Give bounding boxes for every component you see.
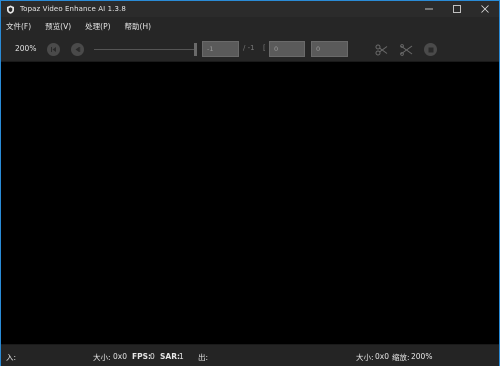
cut-range-icon (399, 43, 412, 56)
video-preview-area[interactable] (1, 63, 499, 344)
range-end-input[interactable]: 0 (311, 41, 348, 57)
output-size-value: 0x0 (375, 352, 389, 361)
sar-label: SAR: (160, 352, 180, 361)
app-logo-icon (6, 5, 15, 14)
minimize-button[interactable] (415, 1, 443, 17)
app-window: Topaz Video Enhance AI 1.3.8 文件(F) 预览(V)… (0, 0, 500, 366)
minimize-icon (425, 8, 433, 10)
step-back-button[interactable] (71, 43, 84, 56)
fps-label: FPS: (132, 352, 152, 361)
maximize-button[interactable] (443, 1, 471, 17)
menu-help[interactable]: 帮助(H) (125, 21, 152, 32)
range-bracket: [ (263, 44, 266, 52)
status-bar: 入: 大小: 0x0 FPS: 0 SAR: 1 出: 大小: 0x0 缩放: … (1, 344, 499, 366)
current-frame-input[interactable]: -1 (202, 41, 239, 57)
menu-bar: 文件(F) 预览(V) 处理(P) 帮助(H) (1, 17, 499, 36)
range-start-input[interactable]: 0 (269, 41, 305, 57)
scale-value: 200% (411, 352, 433, 361)
cut-range-button[interactable] (399, 43, 413, 56)
window-controls (415, 1, 499, 17)
step-back-icon (75, 47, 81, 52)
stop-button[interactable] (424, 43, 437, 56)
maximize-icon (453, 5, 461, 13)
scale-label: 缩放: (392, 353, 410, 362)
close-button[interactable] (471, 1, 499, 17)
menu-preview[interactable]: 预览(V) (45, 21, 71, 32)
cut-button[interactable] (374, 43, 388, 56)
frame-total: / -1 (243, 44, 255, 52)
close-icon (481, 5, 489, 13)
menu-process[interactable]: 处理(P) (85, 21, 110, 32)
skip-to-start-button[interactable] (47, 43, 60, 56)
sar-value: 1 (179, 352, 184, 361)
timeline-slider-handle[interactable] (194, 43, 197, 56)
scissors-icon (375, 44, 387, 55)
menu-file[interactable]: 文件(F) (6, 21, 31, 32)
title-bar[interactable]: Topaz Video Enhance AI 1.3.8 (1, 1, 499, 17)
input-size-value: 0x0 (113, 352, 127, 361)
stop-icon (428, 47, 433, 52)
output-label: 出: (198, 353, 209, 362)
input-size-label: 大小: (93, 353, 111, 362)
timeline-slider-track[interactable] (94, 49, 196, 50)
toolbar: 200% -1 / -1 [ 0 0 (1, 36, 499, 62)
window-title: Topaz Video Enhance AI 1.3.8 (20, 5, 126, 13)
output-size-label: 大小: (356, 353, 374, 362)
zoom-level[interactable]: 200% (15, 44, 36, 53)
skip-back-icon (51, 47, 56, 52)
input-label: 入: (6, 353, 17, 362)
fps-value: 0 (150, 352, 155, 361)
